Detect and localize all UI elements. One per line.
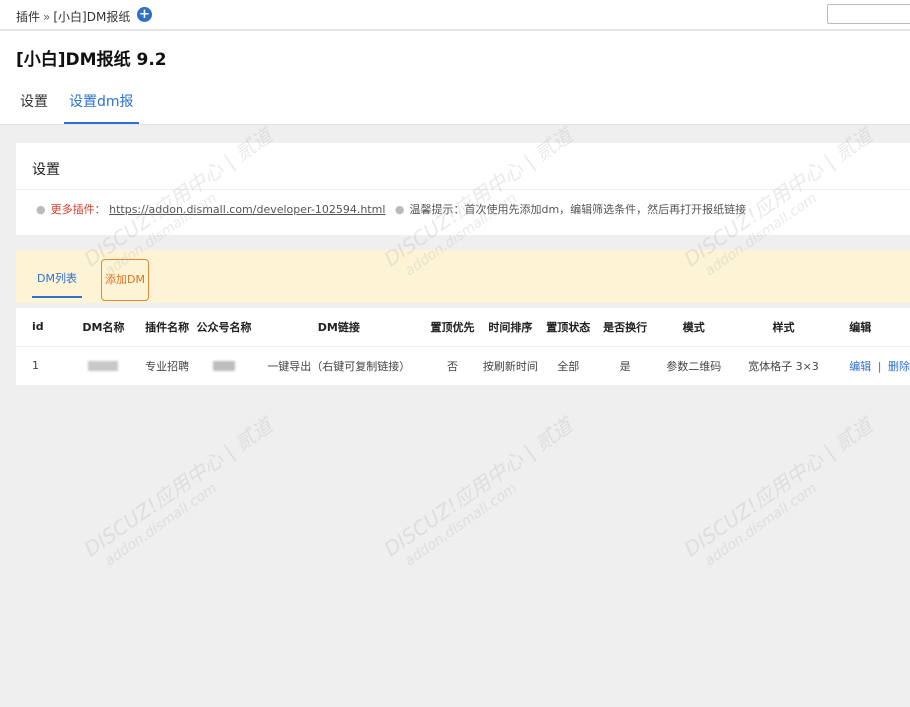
redacted-text <box>213 361 236 372</box>
export-link[interactable]: 一键导出（右键可复制链接） <box>253 345 425 385</box>
cell-account <box>195 345 254 385</box>
column-header: 插件名称 <box>145 320 190 334</box>
tab-dm-list[interactable]: DM列表 <box>32 270 82 298</box>
cell-style: 宽体格子 3×3 <box>733 345 834 385</box>
tab-settings[interactable]: 设置 <box>20 91 48 124</box>
cell-top-status: 全部 <box>540 345 597 385</box>
column-header: 是否换行 <box>603 320 648 334</box>
column-header: 模式 <box>682 320 705 334</box>
bullet-icon: ● <box>36 203 46 216</box>
bullet-icon: ● <box>394 203 405 216</box>
delete-link[interactable]: 删除 <box>888 360 910 373</box>
plus-circle-icon[interactable]: + <box>137 7 152 22</box>
table-row: 1 专业招聘 一键导出（右键可复制链接） 否 按刷新时间 全部 是 参数二维码 … <box>16 345 910 385</box>
cell-wrap: 是 <box>596 345 654 385</box>
breadcrumb-separator: » <box>43 10 51 24</box>
cell-sort: 按刷新时间 <box>480 345 541 385</box>
dm-table: id DM名称 插件名称 公众号名称 DM链接 置顶优先 时间排序 置顶状态 是… <box>16 308 910 385</box>
edit-link[interactable]: 编辑 <box>849 360 871 373</box>
tab-settings-dm[interactable]: 设置dm报 <box>64 91 139 124</box>
redacted-text <box>88 361 119 372</box>
column-header: 置顶优先 <box>430 320 475 334</box>
table-header-row: id DM名称 插件名称 公众号名称 DM链接 置顶优先 时间排序 置顶状态 是… <box>16 308 910 346</box>
cell-id: 1 <box>16 345 68 385</box>
column-header: id <box>32 320 44 334</box>
settings-title: 设置 <box>32 162 60 178</box>
column-header: 样式 <box>772 320 795 334</box>
column-header: 时间排序 <box>488 320 533 334</box>
watermark: DISCUZ!应用中心 | 贰道 addon.dismall.com <box>679 413 877 570</box>
column-header: 编辑 <box>849 320 872 334</box>
column-header: 置顶状态 <box>546 320 591 334</box>
breadcrumb-root[interactable]: 插件 <box>16 10 40 24</box>
tips-line: ● 更多插件： https://addon.dismall.com/develop… <box>36 201 746 217</box>
page-title: [小白]DM报纸 9.2 <box>16 50 167 70</box>
column-header: DM名称 <box>82 320 125 334</box>
breadcrumb: 插件» [小白]DM报纸 <box>16 8 130 25</box>
dm-tab-bar: DM列表 添加DM <box>16 250 910 303</box>
action-separator: | <box>877 359 882 373</box>
column-header: 公众号名称 <box>196 320 252 334</box>
divider <box>16 189 910 190</box>
page-header: [小白]DM报纸 9.2 设置 设置dm报 <box>0 31 910 125</box>
more-plugins-link[interactable]: https://addon.dismall.com/developer-1025… <box>109 203 385 216</box>
cell-dm-name <box>67 345 140 385</box>
cell-mode: 参数二维码 <box>653 345 734 385</box>
settings-panel: 设置 ● 更多插件： https://addon.dismall.com/deve… <box>16 143 910 235</box>
top-bar: 插件» [小白]DM报纸 + <box>0 0 910 30</box>
breadcrumb-current[interactable]: [小白]DM报纸 <box>53 10 130 24</box>
cell-actions: 编辑 | 删除 <box>833 345 910 385</box>
search-input[interactable] <box>827 4 910 24</box>
column-header: DM链接 <box>317 320 360 334</box>
cell-top-priority: 否 <box>424 345 481 385</box>
watermark: DISCUZ!应用中心 | 贰道 addon.dismall.com <box>379 413 577 570</box>
hint-text: 温馨提示：首次使用先添加dm，编辑筛选条件，然后再打开报纸链接 <box>409 203 747 216</box>
more-plugins-label: 更多插件： <box>50 203 106 216</box>
add-dm-button[interactable]: 添加DM <box>101 259 149 301</box>
watermark: DISCUZ!应用中心 | 贰道 addon.dismall.com <box>79 413 277 570</box>
cell-plugin: 专业招聘 <box>139 345 196 385</box>
